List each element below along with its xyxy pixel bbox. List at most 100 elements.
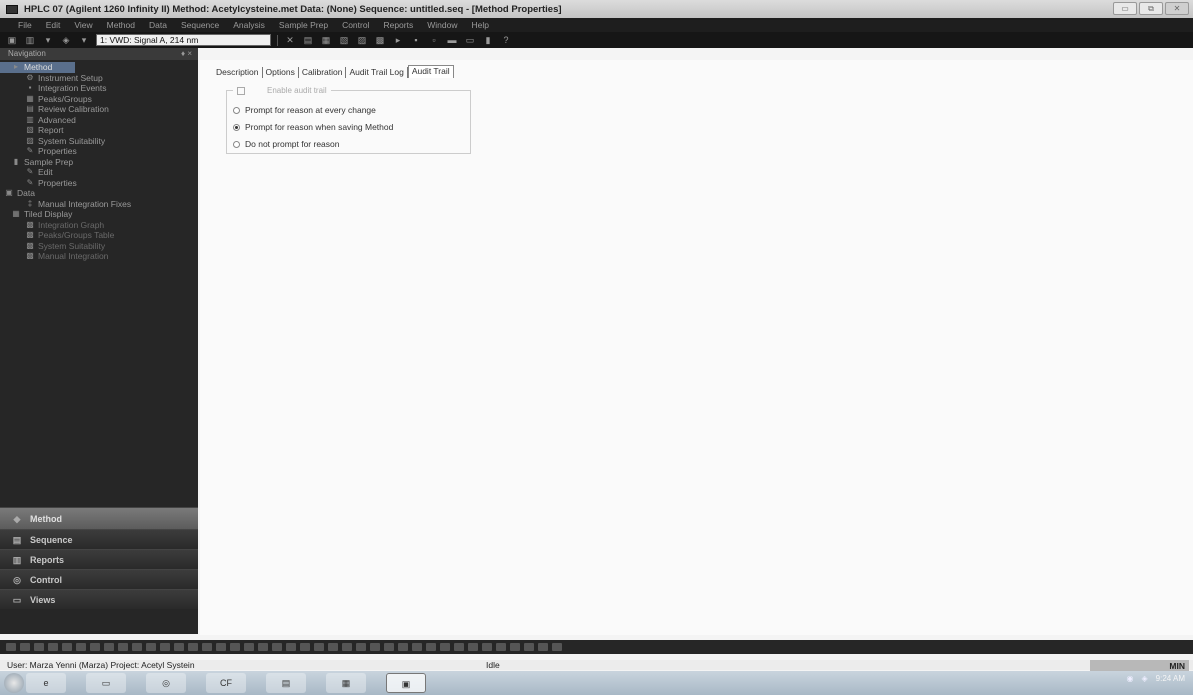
bottom-tool-icon[interactable] bbox=[244, 643, 254, 651]
help-icon[interactable]: ? bbox=[500, 35, 512, 45]
nav-tree-item[interactable]: ⚙ Instrument Setup bbox=[0, 73, 198, 84]
menu-control[interactable]: Control bbox=[342, 20, 369, 30]
print-icon[interactable]: ◈ bbox=[60, 35, 72, 46]
bottom-tool-icon[interactable] bbox=[538, 643, 548, 651]
taskbar-app-icon[interactable]: ▦ bbox=[326, 673, 366, 693]
bottom-tool-icon[interactable] bbox=[286, 643, 296, 651]
bottom-tool-icon[interactable] bbox=[272, 643, 282, 651]
tray-volume-icon[interactable]: ◈ bbox=[1141, 674, 1147, 683]
radio-button[interactable] bbox=[233, 140, 240, 148]
nav-tree-item[interactable]: ▦ Peaks/Groups bbox=[0, 94, 198, 105]
bottom-tool-icon[interactable] bbox=[496, 643, 506, 651]
bottom-tool-icon[interactable] bbox=[524, 643, 534, 651]
menu-window[interactable]: Window bbox=[427, 20, 457, 30]
bottom-tool-icon[interactable] bbox=[468, 643, 478, 651]
radio-prompt-when-saving[interactable]: Prompt for reason when saving Method bbox=[233, 122, 393, 132]
bottom-tool-icon[interactable] bbox=[90, 643, 100, 651]
tab-description[interactable]: Description bbox=[213, 67, 263, 78]
bottom-tool-icon[interactable] bbox=[342, 643, 352, 651]
nav-tree-item[interactable]: ✎ Properties bbox=[0, 178, 198, 189]
bottom-tool-icon[interactable] bbox=[370, 643, 380, 651]
pin-icon[interactable]: ♦ × bbox=[181, 48, 192, 60]
bottom-tool-icon[interactable] bbox=[216, 643, 226, 651]
nav-tree-item[interactable]: ‡ Manual Integration Fixes bbox=[0, 199, 198, 210]
radio-button[interactable] bbox=[233, 106, 240, 114]
bottom-tool-icon[interactable] bbox=[188, 643, 198, 651]
grid-icon[interactable]: ▦ bbox=[320, 35, 332, 46]
menu-data[interactable]: Data bbox=[149, 20, 167, 30]
table-icon[interactable]: ▤ bbox=[302, 35, 314, 46]
stop-icon[interactable]: ▪ bbox=[410, 35, 422, 45]
radio-button-selected[interactable] bbox=[233, 123, 240, 131]
menu-file[interactable]: File bbox=[18, 20, 32, 30]
tray-clock[interactable]: 9:24 AM bbox=[1156, 674, 1185, 683]
nav-tree-item[interactable]: ▩ System Suitability bbox=[0, 241, 198, 252]
tray-network-icon[interactable]: ◉ bbox=[1127, 674, 1134, 683]
menu-help[interactable]: Help bbox=[471, 20, 488, 30]
window-icon[interactable]: ▫ bbox=[428, 35, 440, 45]
nav-tree-item[interactable]: ▧ Report bbox=[0, 125, 198, 136]
nav-tree-item[interactable]: ▩ Integration Graph bbox=[0, 220, 198, 231]
nav-button-views[interactable]: ▭ Views bbox=[0, 589, 198, 609]
nav-tree-item[interactable]: ▪ Integration Events bbox=[0, 83, 198, 94]
bottom-tool-icon[interactable] bbox=[48, 643, 58, 651]
close-button[interactable]: ✕ bbox=[1165, 2, 1189, 15]
nav-button-reports[interactable]: ▥ Reports bbox=[0, 549, 198, 569]
nav-tree-item[interactable]: ▤ Review Calibration bbox=[0, 104, 198, 115]
enable-audit-trail-checkbox[interactable] bbox=[237, 86, 245, 95]
nav-tree-item[interactable]: ▩ Peaks/Groups Table bbox=[0, 230, 198, 241]
delete-icon[interactable]: ✕ bbox=[284, 35, 296, 46]
bottom-tool-icon[interactable] bbox=[328, 643, 338, 651]
bottom-tool-icon[interactable] bbox=[510, 643, 520, 651]
open-icon[interactable]: ▣ bbox=[6, 35, 18, 46]
bottom-tool-icon[interactable] bbox=[426, 643, 436, 651]
taskbar-explorer-icon[interactable]: ▭ bbox=[86, 673, 126, 693]
bottom-tool-icon[interactable] bbox=[118, 643, 128, 651]
bottom-tool-icon[interactable] bbox=[62, 643, 72, 651]
taskbar-openlab-icon[interactable]: ▣ bbox=[386, 673, 426, 693]
bottom-tool-icon[interactable] bbox=[454, 643, 464, 651]
bottom-tool-icon[interactable] bbox=[132, 643, 142, 651]
menu-edit[interactable]: Edit bbox=[46, 20, 61, 30]
nav-tree-item[interactable]: ▣ Data bbox=[0, 188, 198, 199]
start-button[interactable] bbox=[4, 673, 24, 693]
nav-button-control[interactable]: ◎ Control bbox=[0, 569, 198, 589]
restore-button[interactable]: ⧉ bbox=[1139, 2, 1163, 15]
bottom-tool-icon[interactable] bbox=[356, 643, 366, 651]
tab-audit-trail[interactable]: Audit Trail bbox=[407, 65, 454, 78]
nav-tree-item[interactable]: ▸ Method bbox=[0, 62, 75, 73]
bottom-tool-icon[interactable] bbox=[160, 643, 170, 651]
bottom-tool-icon[interactable] bbox=[34, 643, 44, 651]
menu-sequence[interactable]: Sequence bbox=[181, 20, 219, 30]
signal-select[interactable]: 1: VWD: Signal A, 214 nm bbox=[96, 34, 271, 46]
nav-tree-item[interactable]: ▦ Tiled Display bbox=[0, 209, 198, 220]
integrate-icon[interactable]: ▩ bbox=[374, 35, 386, 46]
radio-prompt-every-change[interactable]: Prompt for reason at every change bbox=[233, 105, 376, 115]
bottom-tool-icon[interactable] bbox=[76, 643, 86, 651]
view-icon[interactable]: ▭ bbox=[464, 35, 476, 46]
bottom-tool-icon[interactable] bbox=[300, 643, 310, 651]
bottom-tool-icon[interactable] bbox=[146, 643, 156, 651]
menu-reports[interactable]: Reports bbox=[383, 20, 413, 30]
tab-audit-trail-log[interactable]: Audit Trail Log bbox=[346, 67, 408, 78]
bottom-tool-icon[interactable] bbox=[440, 643, 450, 651]
bottom-tool-icon[interactable] bbox=[482, 643, 492, 651]
bottom-tool-icon[interactable] bbox=[174, 643, 184, 651]
bottom-tool-icon[interactable] bbox=[314, 643, 324, 651]
bottom-tool-icon[interactable] bbox=[20, 643, 30, 651]
taskbar-ie-icon[interactable]: e bbox=[26, 673, 66, 693]
nav-tree-item[interactable]: ✎ Properties bbox=[0, 146, 198, 157]
bottom-tool-icon[interactable] bbox=[202, 643, 212, 651]
menu-view[interactable]: View bbox=[74, 20, 92, 30]
dropdown-icon[interactable]: ▾ bbox=[78, 35, 90, 46]
menu-method[interactable]: Method bbox=[107, 20, 135, 30]
bottom-tool-icon[interactable] bbox=[230, 643, 240, 651]
bottom-tool-icon[interactable] bbox=[258, 643, 268, 651]
radio-do-not-prompt[interactable]: Do not prompt for reason bbox=[233, 139, 340, 149]
nav-tree-item[interactable]: ▨ System Suitability bbox=[0, 136, 198, 147]
nav-tree-item[interactable]: ▥ Advanced bbox=[0, 115, 198, 126]
taskbar-app-icon[interactable]: ▤ bbox=[266, 673, 306, 693]
taskbar-media-icon[interactable]: ◎ bbox=[146, 673, 186, 693]
bottom-tool-icon[interactable] bbox=[6, 643, 16, 651]
taskbar-app-icon[interactable]: CF bbox=[206, 673, 246, 693]
